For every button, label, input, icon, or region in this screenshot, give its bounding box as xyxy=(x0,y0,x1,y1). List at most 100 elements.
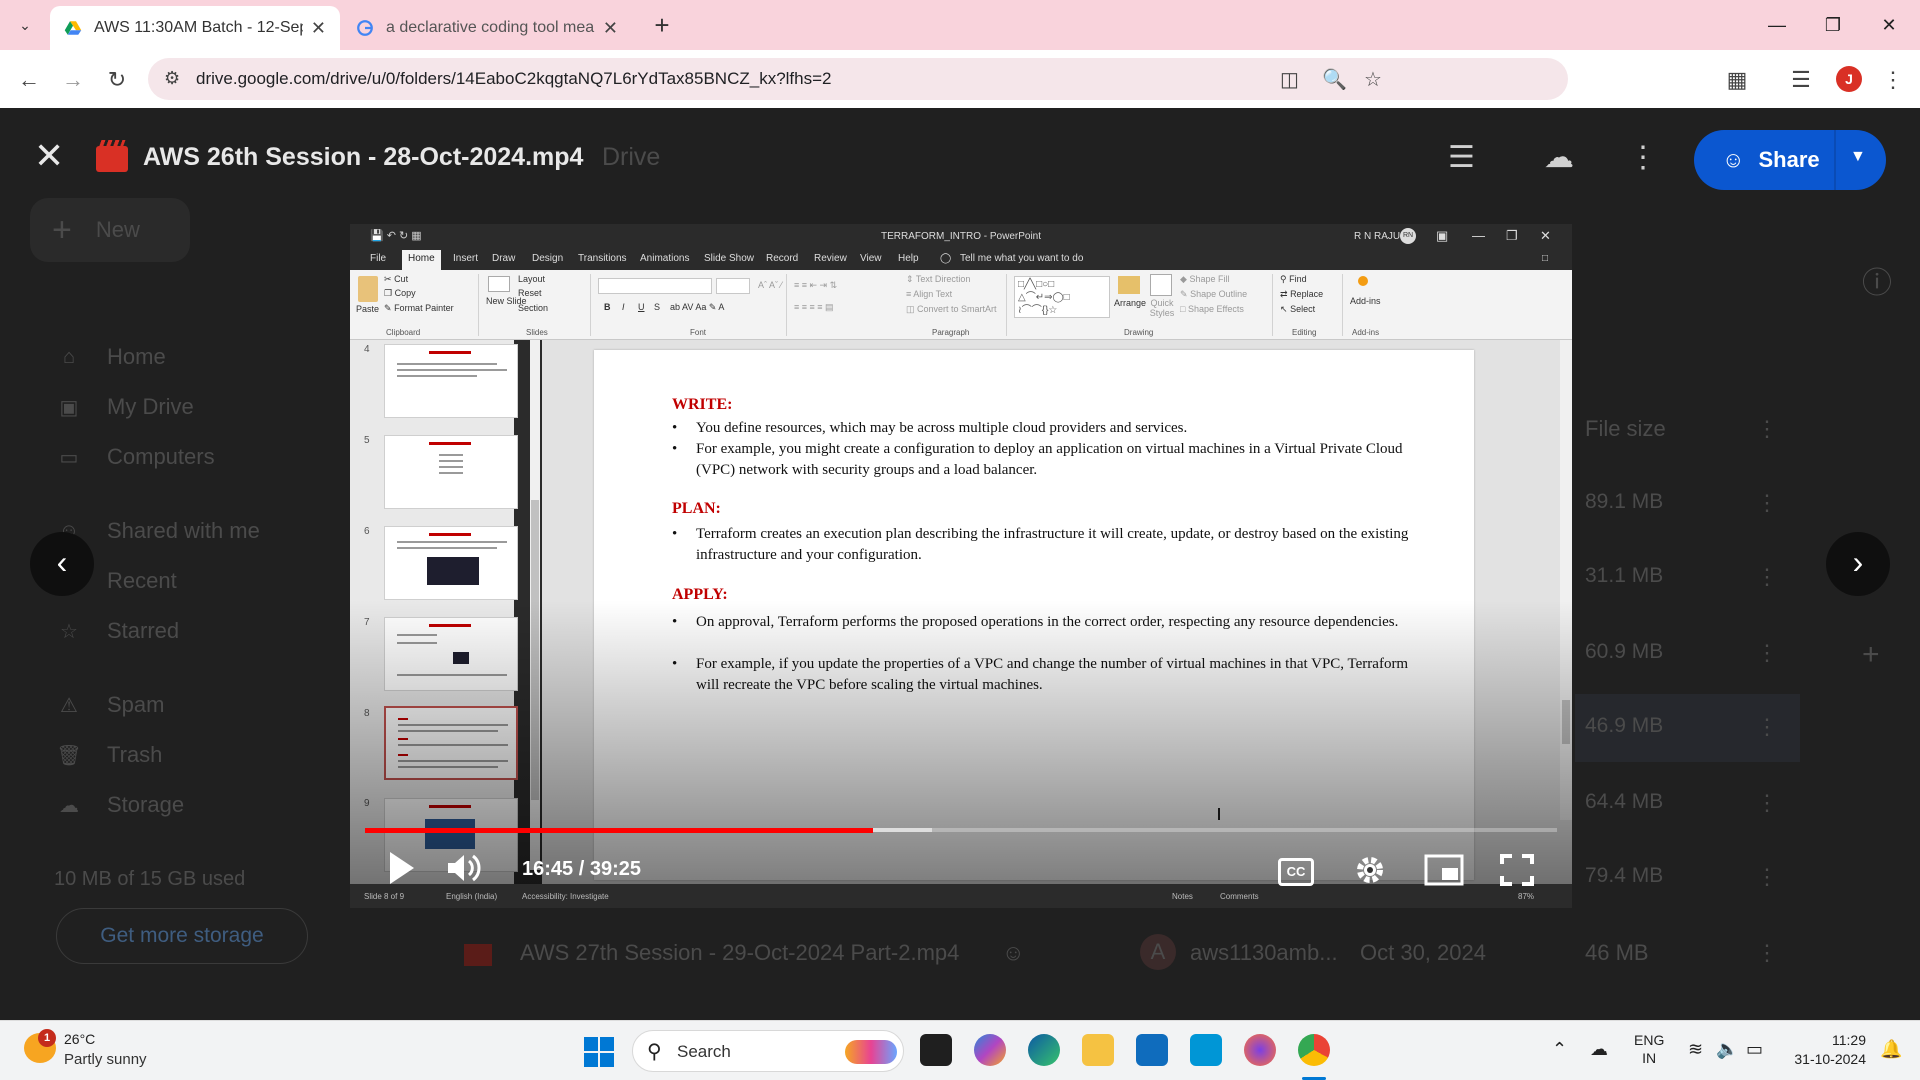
profile-avatar[interactable]: J xyxy=(1836,66,1862,92)
status-accessibility: Accessibility: Investigate xyxy=(522,892,609,901)
back-icon[interactable]: ← xyxy=(14,65,44,95)
tell-me-search: Tell me what you want to do xyxy=(960,253,1084,264)
nav-spam[interactable]: ⚠ Spam xyxy=(55,692,164,718)
video-player[interactable]: 💾 ↶ ↻ ▦ TERRAFORM_INTRO - PowerPoint R N… xyxy=(350,224,1572,908)
browser-menu-icon[interactable]: ⋮ xyxy=(1878,65,1908,95)
slide-scrollbar xyxy=(1560,340,1572,820)
search-label: Search xyxy=(677,1042,731,1061)
add-panel-icon[interactable]: + xyxy=(1862,638,1880,672)
hp-app-icon[interactable] xyxy=(1190,1034,1222,1066)
site-info-icon[interactable]: ⚙ xyxy=(164,68,180,89)
ribbon-reset: Reset xyxy=(518,288,542,298)
file-size: 89.1 MB xyxy=(1585,490,1664,513)
row-menu-icon[interactable]: ⋮ xyxy=(1756,714,1778,740)
edge-icon[interactable] xyxy=(1028,1034,1060,1066)
next-file-icon[interactable]: › xyxy=(1826,532,1890,596)
address-bar[interactable]: ⚙ drive.google.com/drive/u/0/folders/14E… xyxy=(148,58,1568,100)
close-window-icon[interactable]: ✕ xyxy=(1874,12,1904,38)
nav-trash[interactable]: 🗑 Trash xyxy=(55,742,162,768)
reload-icon[interactable]: ↻ xyxy=(102,65,132,95)
column-menu-icon[interactable]: ⋮ xyxy=(1756,416,1778,442)
file-name[interactable]: AWS 27th Session - 29-Oct-2024 Part-2.mp… xyxy=(520,940,959,966)
row-menu-icon[interactable]: ⋮ xyxy=(1756,564,1778,590)
tab-search-chevron-icon[interactable]: ⌄ xyxy=(12,12,38,38)
zoom-icon[interactable]: 🔍 xyxy=(1322,67,1347,92)
play-icon[interactable] xyxy=(386,850,416,886)
file-size: 64.4 MB xyxy=(1585,790,1664,813)
close-tab-icon[interactable]: ✕ xyxy=(311,18,326,39)
row-menu-icon[interactable]: ⋮ xyxy=(1756,640,1778,666)
nav-starred[interactable]: ☆ Starred xyxy=(55,618,179,644)
more-actions-icon[interactable]: ⋮ xyxy=(1628,140,1658,175)
details-icon[interactable]: ⓘ xyxy=(1862,258,1892,302)
volume-icon[interactable] xyxy=(446,852,482,884)
font-color-icons: ab AV Aa ✎ A xyxy=(670,302,725,312)
user-avatar: RN xyxy=(1400,228,1416,244)
url-text[interactable]: drive.google.com/drive/u/0/folders/14Eab… xyxy=(196,69,832,89)
onedrive-cloud-icon[interactable]: ☁ xyxy=(1590,1039,1608,1060)
close-tab-icon[interactable]: ✕ xyxy=(603,18,618,39)
previous-file-icon[interactable]: ‹ xyxy=(30,532,94,596)
tab-aws-batch[interactable]: AWS 11:30AM Batch - 12-Sep-2 ✕ xyxy=(50,6,340,50)
bookmark-star-icon[interactable]: ☆ xyxy=(1364,67,1382,92)
close-viewer-icon[interactable]: ✕ xyxy=(34,138,64,174)
powerpoint-status-bar: Slide 8 of 9 English (India) Accessibili… xyxy=(350,884,1572,908)
extensions-icon[interactable]: ▦ xyxy=(1722,65,1752,95)
taskbar-search[interactable]: ⚲ Search xyxy=(632,1030,904,1072)
tab-declarative-coding[interactable]: a declarative coding tool mean ✕ xyxy=(342,6,632,50)
media-controls-icon[interactable]: ☰ xyxy=(1786,65,1816,95)
slide-thumbnail-selected xyxy=(384,706,518,780)
new-button[interactable]: + New xyxy=(30,198,190,262)
row-menu-icon[interactable]: ⋮ xyxy=(1756,490,1778,516)
settings-gear-icon[interactable] xyxy=(1354,854,1386,886)
weather-temperature[interactable]: 26°C xyxy=(64,1031,95,1047)
group-drawing: Drawing xyxy=(1124,328,1154,337)
show-hidden-icons[interactable]: ⌃ xyxy=(1552,1039,1567,1060)
font-size-icons: Aˆ Aˇ ⁄ xyxy=(758,280,783,290)
minimize-icon[interactable]: — xyxy=(1762,12,1792,38)
battery-icon[interactable]: ▭ xyxy=(1746,1039,1763,1060)
status-slide-count: Slide 8 of 9 xyxy=(364,892,405,901)
share-button[interactable]: ☺ Share ▼ xyxy=(1694,130,1886,190)
owner-avatar: A xyxy=(1140,934,1176,970)
task-view-icon[interactable] xyxy=(920,1034,952,1066)
windows-start-icon[interactable] xyxy=(584,1037,614,1067)
speaker-icon[interactable]: 🔈 xyxy=(1716,1039,1738,1060)
weather-description[interactable]: Partly sunny xyxy=(64,1051,147,1068)
system-clock[interactable]: 11:29 31-10-2024 xyxy=(1786,1031,1866,1069)
new-tab-button[interactable]: + xyxy=(648,12,676,38)
nav-shared[interactable]: ☺ Shared with me xyxy=(55,518,260,544)
computer-icon: ▭ xyxy=(59,446,79,469)
wifi-icon[interactable]: ≋ xyxy=(1688,1039,1703,1060)
copilot-icon[interactable] xyxy=(974,1034,1006,1066)
menu-animations: Animations xyxy=(640,253,690,264)
get-more-storage-button[interactable]: Get more storage xyxy=(56,908,308,964)
captions-button[interactable]: CC xyxy=(1278,858,1314,886)
add-to-drive-icon[interactable]: ☁ xyxy=(1544,140,1574,175)
input-language[interactable]: ENG IN xyxy=(1634,1031,1664,1067)
nav-computers[interactable]: ▭ Computers xyxy=(55,444,215,470)
nav-my-drive[interactable]: ▣ My Drive xyxy=(55,394,194,420)
status-language: English (India) xyxy=(446,892,498,901)
restore-icon[interactable]: ❐ xyxy=(1818,12,1848,38)
install-app-icon[interactable]: ◫ xyxy=(1280,67,1299,92)
row-menu-icon[interactable]: ⋮ xyxy=(1756,864,1778,890)
chrome-icon[interactable] xyxy=(1298,1034,1330,1066)
nav-storage[interactable]: ☁ Storage xyxy=(55,792,184,818)
file-explorer-icon[interactable] xyxy=(1082,1034,1114,1066)
fullscreen-icon[interactable] xyxy=(1500,854,1534,886)
miniplayer-icon[interactable] xyxy=(1424,854,1464,886)
search-highlight-icon xyxy=(845,1040,897,1064)
microsoft-store-icon[interactable] xyxy=(1136,1034,1168,1066)
row-menu-icon[interactable]: ⋮ xyxy=(1756,790,1778,816)
open-with-icon[interactable]: ☰ xyxy=(1448,140,1475,175)
firefox-icon[interactable] xyxy=(1244,1034,1276,1066)
nav-home[interactable]: ⌂ Home xyxy=(55,344,166,370)
notification-bell-icon[interactable]: 🔔 xyxy=(1880,1039,1902,1060)
row-menu-icon[interactable]: ⋮ xyxy=(1756,940,1778,966)
file-size-header[interactable]: File size xyxy=(1585,416,1666,442)
forward-icon[interactable]: → xyxy=(58,65,88,95)
progress-played[interactable] xyxy=(365,828,873,833)
quick-styles-icon xyxy=(1150,274,1172,296)
share-dropdown-icon[interactable]: ▼ xyxy=(1850,148,1866,166)
